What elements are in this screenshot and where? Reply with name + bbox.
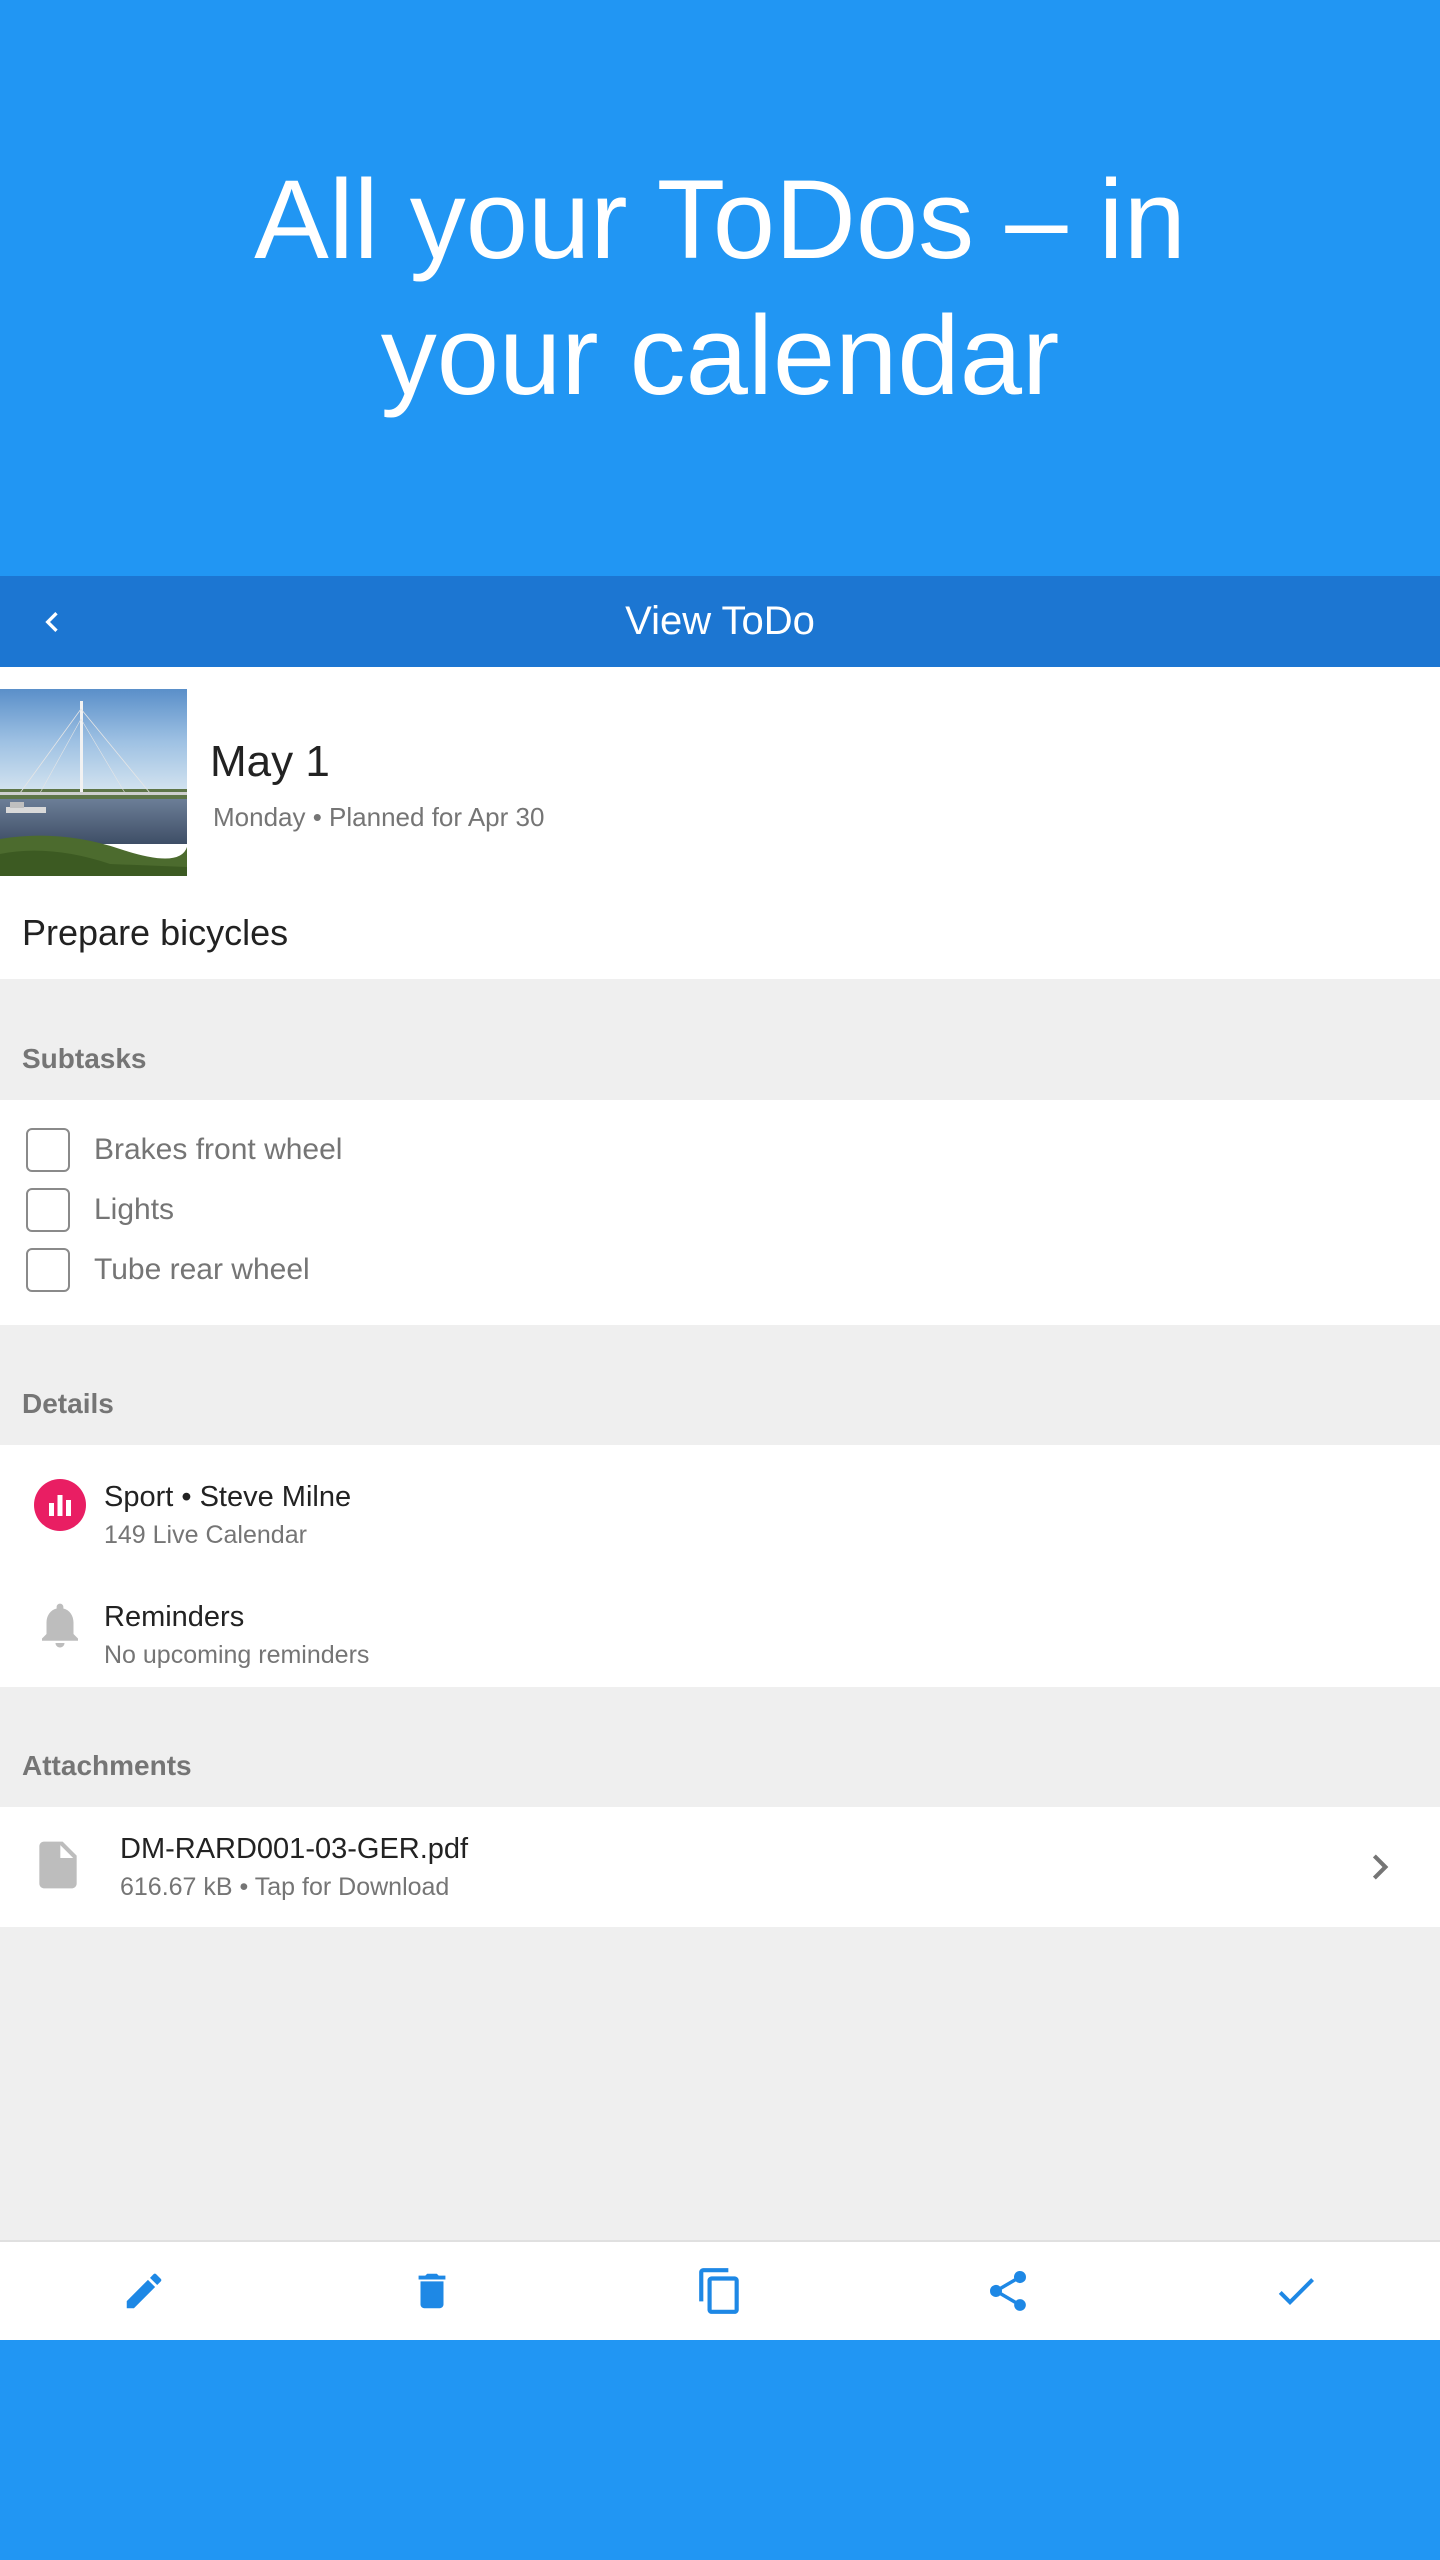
subtasks-card: Brakes front wheel Lights Tube rear whee… (0, 1100, 1440, 1325)
copy-icon (699, 2268, 739, 2314)
subtasks-section-label: Subtasks (22, 1043, 147, 1074)
attachment-meta: 616.67 kB • Tap for Download (120, 1873, 450, 1901)
subtask-checkbox[interactable] (26, 1188, 70, 1232)
reminders-row[interactable]: Reminders No upcoming reminders (0, 1575, 1440, 1675)
app-bar: View ToDo (0, 576, 1440, 667)
attachments-card: DM-RARD001-03-GER.pdf 616.67 kB • Tap fo… (0, 1807, 1440, 1927)
reminders-title: Reminders (104, 1601, 245, 1633)
delete-button[interactable] (288, 2242, 576, 2340)
share-icon (989, 2270, 1027, 2311)
subtask-checkbox[interactable] (26, 1248, 70, 1292)
bottom-action-bar (0, 2240, 1440, 2340)
promo-title: All your ToDos – in your calendar (254, 157, 1186, 418)
attachment-item[interactable]: DM-RARD001-03-GER.pdf 616.67 kB • Tap fo… (0, 1807, 1440, 1927)
subtask-checkbox[interactable] (26, 1128, 70, 1172)
copy-button[interactable] (576, 2242, 864, 2340)
calendar-name: Sport • Steve Milne (104, 1481, 352, 1513)
promo-banner: All your ToDos – in your calendar (0, 0, 1440, 576)
edit-button[interactable] (0, 2242, 288, 2340)
subtask-item[interactable]: Brakes front wheel (0, 1120, 1440, 1180)
bar-chart-icon (32, 1477, 88, 1533)
file-icon (30, 1837, 86, 1893)
todo-content: May 1 Monday • Planned for Apr 30 Prepar… (0, 667, 1440, 2240)
subtask-label: Brakes front wheel (94, 1133, 343, 1166)
chevron-right-icon (1350, 1837, 1410, 1897)
app-bar-title: View ToDo (625, 599, 815, 643)
todo-header-card: May 1 Monday • Planned for Apr 30 Prepar… (0, 667, 1440, 979)
subtask-item[interactable]: Lights (0, 1180, 1440, 1240)
subtask-item[interactable]: Tube rear wheel (0, 1240, 1440, 1300)
subtask-label: Lights (94, 1193, 175, 1226)
bell-icon (32, 1597, 88, 1653)
todo-date-subtitle: Monday • Planned for Apr 30 (213, 802, 545, 832)
complete-button[interactable] (1152, 2242, 1440, 2340)
details-card: Sport • Steve Milne 149 Live Calendar Re… (0, 1445, 1440, 1687)
bottom-banner (0, 2340, 1440, 2560)
check-icon (1278, 2278, 1314, 2305)
attachment-filename: DM-RARD001-03-GER.pdf (120, 1833, 469, 1865)
subtask-label: Tube rear wheel (94, 1253, 310, 1286)
calendar-account: 149 Live Calendar (104, 1521, 307, 1549)
details-section-label: Details (22, 1388, 114, 1419)
share-button[interactable] (864, 2242, 1152, 2340)
todo-title: Prepare bicycles (22, 912, 289, 953)
delete-icon (418, 2273, 446, 2309)
todo-image[interactable] (0, 689, 187, 876)
todo-date: May 1 (210, 737, 330, 786)
calendar-row[interactable]: Sport • Steve Milne 149 Live Calendar (0, 1455, 1440, 1555)
attachments-section-label: Attachments (22, 1750, 192, 1781)
chevron-left-icon (45, 612, 58, 632)
back-button[interactable] (22, 592, 82, 652)
edit-icon (126, 2273, 162, 2309)
photo-thumbnail (0, 689, 187, 876)
reminders-status: No upcoming reminders (104, 1641, 370, 1669)
